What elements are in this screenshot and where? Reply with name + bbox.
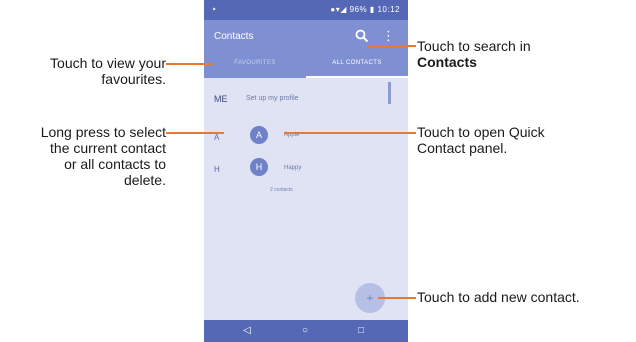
callout-line: Long press to select bbox=[40, 124, 166, 140]
pointer-line bbox=[378, 297, 416, 299]
pointer-line bbox=[166, 132, 224, 134]
pointer-line bbox=[368, 45, 416, 47]
callout-line: Touch to view your bbox=[50, 55, 166, 71]
callout-line: Touch to open Quick bbox=[417, 124, 545, 140]
callout-line: Contacts bbox=[417, 54, 477, 70]
callout-search: Touch to search in Contacts bbox=[417, 38, 636, 70]
contact-name[interactable]: Happy bbox=[284, 165, 301, 171]
pointer-line bbox=[166, 63, 214, 65]
home-icon[interactable]: ○ bbox=[300, 326, 310, 336]
status-indicators: ●▾◢ 96% ▮ 10:12 bbox=[330, 5, 400, 14]
section-letter-a: A bbox=[214, 133, 220, 142]
callout-line: Touch to add new contact. bbox=[417, 289, 580, 305]
callout-line: delete. bbox=[123, 172, 166, 188]
set-up-profile-link[interactable]: Set up my profile bbox=[246, 95, 299, 102]
scrollbar[interactable] bbox=[388, 82, 391, 104]
more-options-icon[interactable]: ⋮ bbox=[382, 28, 395, 44]
pointer-line bbox=[284, 132, 416, 134]
avatar[interactable]: A bbox=[250, 126, 268, 144]
contact-list: ME Set up my profile A A Apple H H Happy… bbox=[204, 78, 408, 320]
callout-line: the current contact bbox=[50, 140, 166, 156]
callout-quick-contact: Touch to open Quick Contact panel. bbox=[417, 124, 636, 156]
app-title: Contacts bbox=[214, 31, 254, 42]
search-icon[interactable] bbox=[354, 28, 370, 44]
callout-long-press: Long press to select the current contact… bbox=[0, 124, 166, 188]
callout-line: or all contacts to bbox=[64, 156, 166, 172]
callout-line: favourites. bbox=[101, 71, 166, 87]
back-icon[interactable]: ◁ bbox=[242, 326, 252, 336]
callout-favourites: Touch to view your favourites. bbox=[0, 55, 166, 87]
recents-icon[interactable]: □ bbox=[356, 326, 366, 336]
callout-add: Touch to add new contact. bbox=[417, 289, 636, 305]
tab-all-contacts[interactable]: ALL CONTACTS bbox=[306, 56, 408, 78]
tab-bar: FAVOURITES ALL CONTACTS bbox=[204, 56, 408, 78]
avatar[interactable]: H bbox=[250, 158, 268, 176]
contact-count: 2 contacts bbox=[270, 187, 293, 193]
navigation-bar: ◁ ○ □ bbox=[204, 320, 408, 342]
status-bar: ‣ ●▾◢ 96% ▮ 10:12 bbox=[204, 0, 408, 20]
tab-favourites[interactable]: FAVOURITES bbox=[204, 56, 306, 78]
callout-line: Contact panel. bbox=[417, 140, 508, 156]
notification-icon: ‣ bbox=[212, 5, 217, 14]
app-toolbar: Contacts ⋮ bbox=[204, 20, 408, 56]
callout-line: Touch to search in bbox=[417, 38, 531, 54]
me-label: ME bbox=[214, 94, 228, 104]
section-letter-h: H bbox=[214, 165, 220, 174]
